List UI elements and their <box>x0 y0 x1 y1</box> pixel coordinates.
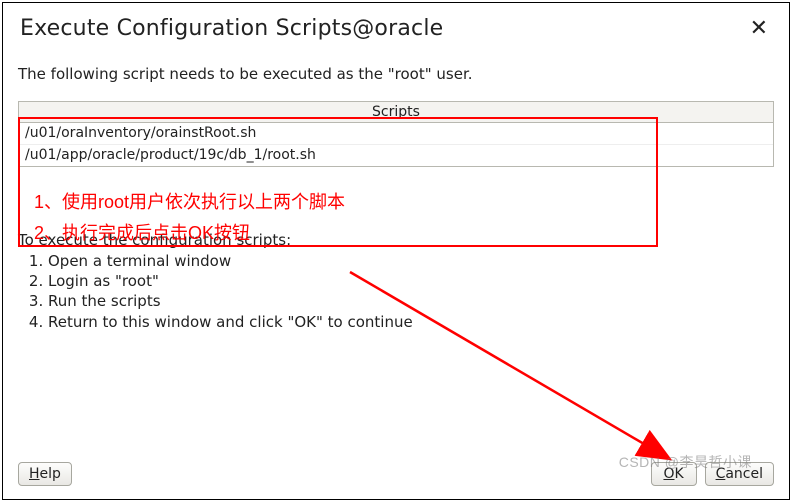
table-row[interactable]: /u01/app/oracle/product/19c/db_1/root.sh <box>19 145 773 166</box>
dialog-body: The following script needs to be execute… <box>18 51 774 454</box>
list-item: Open a terminal window <box>48 251 774 271</box>
cancel-button[interactable]: Cancel <box>705 462 774 486</box>
titlebar: Execute Configuration Scripts@oracle ✕ <box>18 12 774 51</box>
right-button-group: OK Cancel <box>651 462 774 486</box>
close-icon[interactable]: ✕ <box>746 18 772 40</box>
help-button[interactable]: Help <box>18 462 72 486</box>
list-item: Login as "root" <box>48 271 774 291</box>
ok-button[interactable]: OK <box>651 462 697 486</box>
list-item: Run the scripts <box>48 291 774 311</box>
scripts-panel: Scripts /u01/oraInventory/orainstRoot.sh… <box>18 101 774 167</box>
intro-text: The following script needs to be execute… <box>18 65 774 83</box>
instructions-list: Open a terminal window Login as "root" R… <box>32 251 774 332</box>
scripts-header: Scripts <box>19 102 773 123</box>
dialog-window: Execute Configuration Scripts@oracle ✕ T… <box>2 2 790 500</box>
scripts-list: /u01/oraInventory/orainstRoot.sh /u01/ap… <box>19 123 773 166</box>
list-item: Return to this window and click "OK" to … <box>48 312 774 332</box>
table-row[interactable]: /u01/oraInventory/orainstRoot.sh <box>19 123 773 145</box>
footer: Help OK Cancel <box>18 462 774 486</box>
instructions-heading: To execute the configuration scripts: <box>18 231 774 249</box>
annotation-line-1: 1、使用root用户依次执行以上两个脚本 <box>34 187 345 218</box>
window-title: Execute Configuration Scripts@oracle <box>20 16 443 41</box>
